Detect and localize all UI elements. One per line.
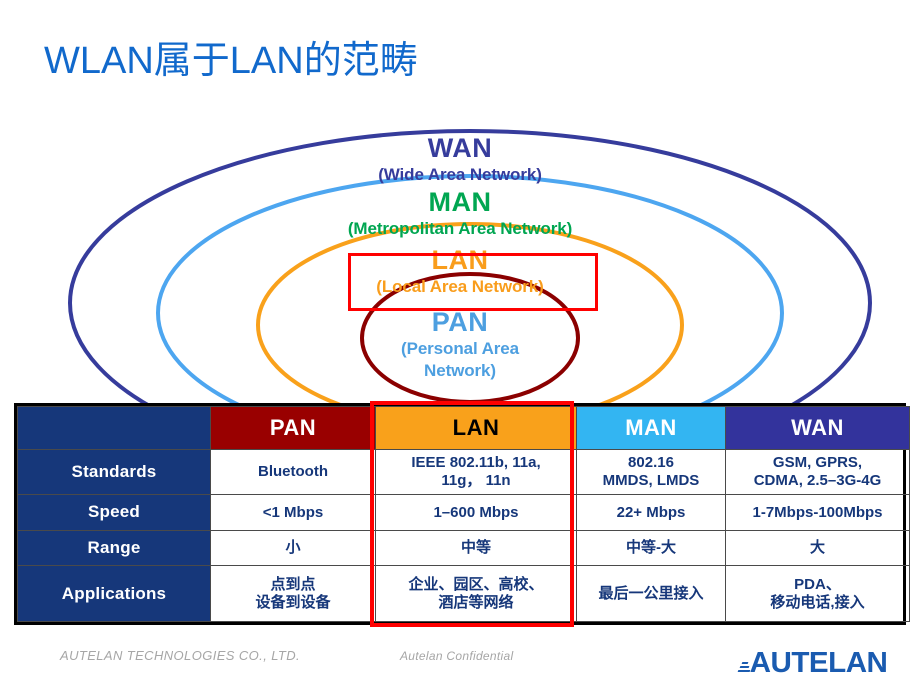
cell-speed-pan: <1 Mbps bbox=[210, 494, 376, 531]
pan-label: PAN bbox=[431, 307, 489, 337]
cell-speed-lan: 1–600 Mbps bbox=[375, 494, 577, 531]
table-row-speed: Speed <1 Mbps 1–600 Mbps 22+ Mbps 1-7Mbp… bbox=[17, 494, 910, 531]
cell-range-man: 中等-大 bbox=[576, 529, 726, 567]
header-pan: PAN bbox=[210, 406, 376, 450]
cell-standards-pan: Bluetooth bbox=[210, 448, 376, 496]
cell-range-wan: 大 bbox=[725, 529, 910, 567]
row-label-standards: Standards bbox=[17, 448, 211, 496]
header-man: MAN bbox=[576, 406, 726, 450]
cell-standards-lan: IEEE 802.11b, 11a, 11g， 11n bbox=[375, 448, 577, 496]
lan-diagram-highlight-box bbox=[348, 253, 598, 311]
footer-confidential: Autelan Confidential bbox=[400, 649, 514, 663]
pan-sublabel-line2: Network) bbox=[424, 361, 496, 380]
header-blank bbox=[17, 406, 211, 450]
cell-applications-man: 最后一公里接入 bbox=[576, 565, 726, 622]
row-label-range: Range bbox=[17, 529, 211, 567]
man-sublabel: (Metropolitan Area Network) bbox=[347, 219, 573, 238]
autelan-logo: AUTELAN bbox=[737, 646, 888, 679]
cell-standards-wan: GSM, GPRS, CDMA, 2.5–3G-4G bbox=[725, 448, 910, 496]
row-label-speed: Speed bbox=[17, 494, 211, 531]
header-lan: LAN bbox=[375, 406, 577, 450]
cell-applications-wan: PDA、 移动电话,接入 bbox=[725, 565, 910, 622]
network-comparison-table: PAN LAN MAN WAN Standards Bluetooth IEEE… bbox=[14, 403, 910, 625]
slide-canvas: WLAN属于LAN的范畴 WAN (Wide Area Network) MAN… bbox=[0, 0, 920, 690]
table-row-applications: Applications 点到点 设备到设备 企业、园区、高校、 酒店等网络 最… bbox=[17, 565, 910, 622]
pan-sublabel-line1: (Personal Area bbox=[401, 339, 519, 358]
logo-speed-marks-icon bbox=[737, 661, 751, 674]
row-label-applications: Applications bbox=[17, 565, 211, 622]
cell-range-lan: 中等 bbox=[375, 529, 577, 567]
page-title: WLAN属于LAN的范畴 bbox=[44, 40, 418, 82]
footer-company: AUTELAN TECHNOLOGIES CO., LTD. bbox=[60, 648, 301, 663]
cell-speed-wan: 1-7Mbps-100Mbps bbox=[725, 494, 910, 531]
table-header-row: PAN LAN MAN WAN bbox=[17, 406, 910, 450]
header-wan: WAN bbox=[725, 406, 910, 450]
cell-applications-lan: 企业、园区、高校、 酒店等网络 bbox=[375, 565, 577, 622]
wan-label: WAN bbox=[427, 133, 493, 163]
cell-range-pan: 小 bbox=[210, 529, 376, 567]
man-label: MAN bbox=[428, 187, 492, 217]
wan-sublabel: (Wide Area Network) bbox=[378, 165, 542, 184]
cell-applications-pan: 点到点 设备到设备 bbox=[210, 565, 376, 622]
logo-text: AUTELAN bbox=[749, 646, 888, 679]
cell-speed-man: 22+ Mbps bbox=[576, 494, 726, 531]
table-row-range: Range 小 中等 中等-大 大 bbox=[17, 529, 910, 567]
cell-standards-man: 802.16 MMDS, LMDS bbox=[576, 448, 726, 496]
table-row-standards: Standards Bluetooth IEEE 802.11b, 11a, 1… bbox=[17, 448, 910, 496]
